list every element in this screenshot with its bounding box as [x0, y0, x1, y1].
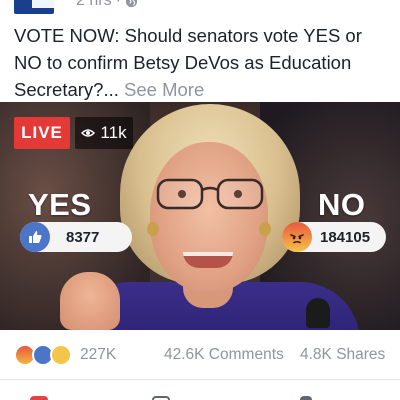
comment-button-icon[interactable]: [152, 396, 170, 400]
video-subject-earring-right: [259, 222, 271, 236]
meta-separator: ·: [115, 0, 121, 9]
share-button-icon[interactable]: [300, 396, 312, 400]
shares-count[interactable]: 4.8K Shares: [300, 346, 385, 364]
no-vote-counter: 184105: [282, 222, 386, 252]
video-microphone: [306, 298, 330, 328]
see-more-link[interactable]: See More: [124, 79, 204, 100]
like-icon: [20, 222, 50, 252]
viewers-badge: 11k: [75, 117, 133, 149]
video-subject-hand: [60, 272, 120, 330]
sad-reaction-icon: [50, 344, 72, 366]
yes-label: YES: [28, 187, 92, 222]
video-subject-glasses: [156, 178, 264, 210]
angry-icon: [282, 222, 312, 252]
reaction-count[interactable]: 227K: [80, 346, 116, 364]
viewer-count: 11k: [100, 123, 127, 142]
action-bar: [0, 381, 400, 400]
post-text: VOTE NOW: Should senators vote YES or NO…: [14, 22, 389, 103]
globe-icon: [125, 0, 137, 7]
post-meta: 2 hrs ·: [76, 0, 138, 10]
video-subject-earring-left: [147, 222, 159, 236]
reaction-icons[interactable]: [14, 344, 76, 366]
post-header: 2 hrs ·: [0, 0, 400, 14]
no-count: 184105: [320, 228, 371, 246]
video-subject-face: [150, 142, 268, 292]
comments-count[interactable]: 42.6K Comments: [164, 346, 284, 364]
yes-count: 8377: [66, 228, 100, 246]
live-video[interactable]: LIVE 11k YES NO 8377 184105: [0, 102, 400, 330]
live-badge: LIVE: [14, 117, 70, 149]
post-timestamp[interactable]: 2 hrs: [76, 0, 112, 10]
no-label: NO: [318, 187, 366, 222]
reactions-summary: 227K 42.6K Comments 4.8K Shares: [0, 330, 400, 380]
page-avatar[interactable]: [14, 0, 54, 14]
like-button-icon[interactable]: [30, 396, 48, 400]
yes-vote-counter: 8377: [20, 222, 132, 252]
eye-icon: [81, 129, 96, 137]
